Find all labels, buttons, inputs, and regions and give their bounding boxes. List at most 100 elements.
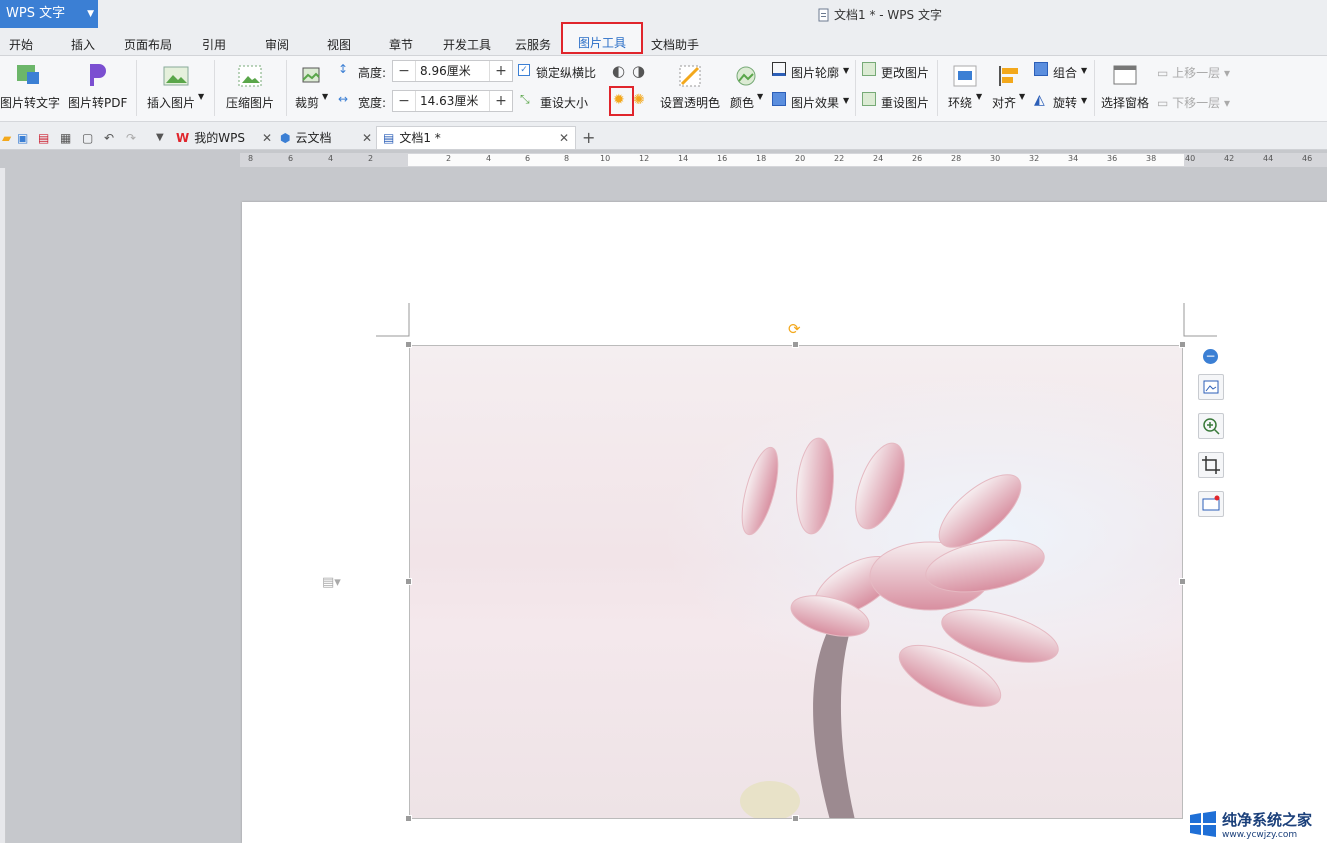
compress-image-button[interactable]: 压缩图片: [226, 94, 274, 111]
contrast-up-icon[interactable]: ◐: [612, 62, 625, 80]
resize-handle[interactable]: [405, 341, 412, 348]
image-to-pdf-button[interactable]: 图片转PDF: [68, 94, 127, 111]
brightness-down-icon[interactable]: ✺: [633, 92, 645, 108]
width-stepper[interactable]: −14.63厘米 +: [392, 90, 513, 112]
picture-outline-button[interactable]: 图片轮廓: [791, 64, 839, 81]
chevron-down-icon: ▼: [1081, 96, 1088, 105]
cloud-box-icon: ⬢: [280, 130, 291, 145]
tab-chapter[interactable]: 章节: [389, 36, 413, 53]
zoom-in-icon: [1203, 418, 1220, 435]
collapse-icon[interactable]: −: [1203, 349, 1218, 364]
ruler-number: 16: [717, 154, 728, 163]
new-tab-icon[interactable]: +: [582, 126, 595, 149]
resize-handle[interactable]: [1179, 578, 1186, 585]
color-icon: [736, 66, 756, 86]
save-icon[interactable]: ▣: [17, 126, 28, 149]
tab-start[interactable]: 开始: [9, 36, 33, 53]
resize-handle[interactable]: [792, 815, 799, 822]
ruler-number: 18: [756, 154, 767, 163]
contrast-down-icon[interactable]: ◑: [632, 62, 645, 80]
doc-tab-label: 云文档: [295, 130, 332, 145]
chevron-down-icon[interactable]: ▼: [156, 126, 164, 149]
tab-view[interactable]: 视图: [327, 36, 351, 53]
resize-handle[interactable]: [792, 341, 799, 348]
chevron-down-icon: ▼: [843, 66, 850, 75]
print-icon[interactable]: ▦: [60, 126, 71, 149]
tab-doc-assistant[interactable]: 文档助手: [651, 36, 699, 53]
lock-ratio-checkbox[interactable]: 锁定纵横比: [536, 64, 596, 81]
send-backward-button[interactable]: ▭ 下移一层 ▾: [1157, 94, 1230, 111]
ruler-number: 28: [951, 154, 962, 163]
ribbon: 图片转文字 图片转PDF 插入图片 ▼ 压缩图片 裁剪 ▼ ↕ 高度: −8.9…: [0, 56, 1327, 122]
ruler-number: 30: [990, 154, 1001, 163]
separator: [937, 60, 938, 116]
close-icon[interactable]: ✕: [262, 127, 272, 149]
rotate-button[interactable]: 旋转: [1053, 94, 1077, 111]
plus-icon[interactable]: +: [490, 91, 512, 111]
insert-image-button[interactable]: 插入图片: [147, 94, 195, 111]
tab-insert[interactable]: 插入: [71, 36, 95, 53]
tab-picture-tools[interactable]: 图片工具: [561, 22, 643, 54]
document-tabs: ▰ ▣ ▤ ▦ ▢ ↶ ↷ ▼ W 我的WPS ✕ ⬢ 云文档 ✕ ▤ 文档1 * ✕ +: [0, 122, 1327, 150]
ruler-number: 14: [678, 154, 689, 163]
effect-icon: [772, 92, 786, 106]
ruler-number: 2: [446, 154, 452, 163]
align-button[interactable]: 对齐: [992, 94, 1016, 111]
ruler-number: 42: [1224, 154, 1235, 163]
crop-button[interactable]: 裁剪: [295, 94, 319, 111]
selected-image[interactable]: [409, 345, 1183, 819]
close-icon[interactable]: ✕: [362, 127, 372, 149]
selection-pane-button[interactable]: 选择窗格: [1101, 94, 1149, 111]
border-button[interactable]: [1198, 491, 1224, 517]
export-pdf-icon[interactable]: ▤: [38, 126, 49, 149]
tab-developer[interactable]: 开发工具: [443, 36, 491, 53]
tab-review[interactable]: 审阅: [265, 36, 289, 53]
tab-page-layout[interactable]: 页面布局: [124, 36, 172, 53]
undo-icon[interactable]: ↶: [104, 126, 114, 149]
image-to-text-icon: [17, 65, 39, 84]
resize-handle[interactable]: [405, 578, 412, 585]
reset-image-button[interactable]: 重设图片: [881, 94, 929, 111]
minus-icon[interactable]: −: [393, 91, 415, 111]
close-icon[interactable]: ✕: [559, 127, 569, 149]
doc-tab-document1[interactable]: ▤ 文档1 * ✕: [376, 126, 576, 149]
tab-cloud[interactable]: 云服务: [515, 36, 551, 53]
height-stepper[interactable]: −8.96厘米 +: [392, 60, 513, 82]
app-menu-button[interactable]: WPS 文字 ▼: [0, 0, 98, 28]
open-folder-icon[interactable]: ▰: [2, 126, 11, 149]
width-value[interactable]: 14.63厘米: [415, 91, 490, 111]
wps-logo-icon: W: [176, 130, 190, 145]
image-to-text-button[interactable]: 图片转文字: [0, 94, 60, 111]
group-button[interactable]: 组合: [1053, 64, 1077, 81]
picture-effect-button[interactable]: 图片效果: [791, 94, 839, 111]
color-button[interactable]: 颜色: [730, 94, 754, 111]
checkbox-icon[interactable]: ✓: [518, 64, 530, 76]
print-preview-icon[interactable]: ▢: [82, 126, 93, 149]
crop-icon: [1202, 456, 1220, 474]
bring-forward-button[interactable]: ▭ 上移一层 ▾: [1157, 64, 1230, 81]
redo-icon[interactable]: ↷: [126, 126, 136, 149]
ruler-number: 4: [486, 154, 492, 163]
height-value[interactable]: 8.96厘米: [415, 61, 490, 81]
zoom-button[interactable]: [1198, 413, 1224, 439]
paragraph-icon[interactable]: ▤▾: [322, 575, 341, 590]
change-image-button[interactable]: 更改图片: [881, 64, 929, 81]
rotate-handle-icon[interactable]: ⟳: [788, 320, 801, 338]
wrap-button[interactable]: 环绕: [948, 94, 972, 111]
crop-side-button[interactable]: [1198, 452, 1224, 478]
layout-options-button[interactable]: [1198, 374, 1224, 400]
picture-frame-icon: [1202, 495, 1220, 511]
doc-tab-cloud-docs[interactable]: ⬢ 云文档 ✕: [280, 126, 372, 149]
plus-icon[interactable]: +: [490, 61, 512, 81]
minus-icon[interactable]: −: [393, 61, 415, 81]
reset-size-button[interactable]: 重设大小: [540, 94, 588, 111]
ruler-number: 20: [795, 154, 806, 163]
resize-handle[interactable]: [1179, 341, 1186, 348]
horizontal-ruler[interactable]: 8 6 4 2 2 4 6 8 10 12 14 16 18 20 22 24 …: [240, 153, 1327, 167]
set-transparent-button[interactable]: 设置透明色: [660, 94, 720, 111]
resize-handle[interactable]: [405, 815, 412, 822]
change-image-icon: [862, 62, 876, 76]
vertical-ruler[interactable]: [0, 168, 6, 843]
tab-references[interactable]: 引用: [202, 36, 226, 53]
doc-tab-my-wps[interactable]: W 我的WPS ✕: [176, 126, 272, 149]
